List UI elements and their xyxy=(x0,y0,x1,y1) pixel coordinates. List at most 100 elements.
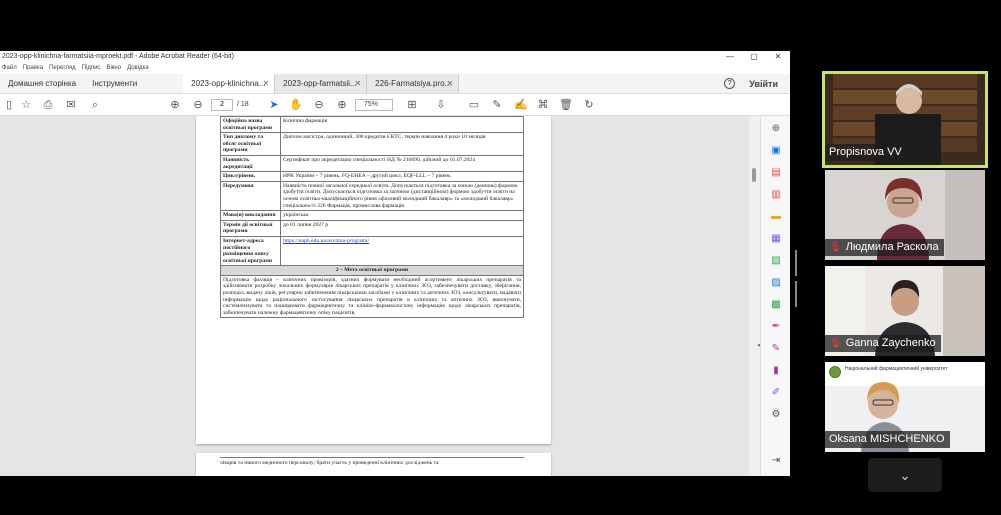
mic-muted-icon: 🎙 xyxy=(829,242,842,253)
request-signature-icon[interactable]: ✎ xyxy=(769,342,783,356)
row-value: Клінічна фармація xyxy=(280,116,524,134)
row-value: Диплом магістра, одиничний, 300 кредитів… xyxy=(280,132,524,156)
create-icon[interactable]: ▯ xyxy=(2,98,16,112)
participant-name: Людмила Раскола xyxy=(845,241,939,253)
print-icon[interactable]: ⎙ xyxy=(41,98,55,112)
highlight-icon[interactable]: ✎ xyxy=(490,98,504,112)
organize-pages-icon[interactable]: ▧ xyxy=(769,254,783,268)
zoom-select[interactable]: 75% xyxy=(355,99,393,111)
scroll-thumb[interactable] xyxy=(752,168,756,182)
hand-tool-icon[interactable]: ✋ xyxy=(289,98,303,112)
menu-view[interactable]: Перегляд xyxy=(49,63,76,74)
program-row: Тип диплому та обсяг освітньої програми Д… xyxy=(220,132,524,156)
tab-document-1[interactable]: 2023-opp-klinichna... ✕ xyxy=(183,74,276,94)
tab-document-3[interactable]: 226-Farmatsiya.pro... ✕ xyxy=(367,74,460,94)
redact-icon[interactable]: ✐ xyxy=(769,386,783,400)
close-tab-icon[interactable]: ✕ xyxy=(354,74,361,94)
participant-name-bar: 🎙 Людмила Раскола xyxy=(825,239,944,256)
login-button[interactable]: Увійти xyxy=(749,79,778,89)
comment-tool-icon[interactable]: ▬ xyxy=(769,210,783,224)
program-row: Передумови Наявність повної загальної сер… xyxy=(220,180,524,212)
row-value: до 01 липня 2027 р xyxy=(280,219,524,237)
rotate-icon[interactable]: ↻ xyxy=(582,98,596,112)
video-tile-4[interactable]: Національний фармацевтичний університет … xyxy=(825,362,985,452)
right-tools-panel: ⊕ ▣ ▤ ▥ ▬ ▦ ▧ ▨ ▩ ✒ ✎ ▮ ✐ ⚙ ⇥ xyxy=(760,116,790,476)
row-key: Офіційна назва освітньої програми xyxy=(220,116,281,134)
participant-name: Oksana MISHCHENKO xyxy=(829,433,945,445)
zoom-in-icon[interactable]: ⊕ xyxy=(335,98,349,112)
document-viewport[interactable]: Офіційна назва освітньої програми Клінічн… xyxy=(0,116,760,476)
participant-name: Ganna Zaychenko xyxy=(845,337,936,349)
minimize-button[interactable]: — xyxy=(718,51,742,63)
stamp-icon[interactable]: ⌘ xyxy=(536,98,550,112)
close-tab-icon[interactable]: ✕ xyxy=(446,74,453,94)
section-title: 2 – Мета освітньої програми xyxy=(220,265,524,276)
scroll-mode-icon[interactable]: ⇩ xyxy=(434,98,448,112)
maximize-button[interactable]: ▢ xyxy=(742,51,766,63)
zoom-out-icon[interactable]: ⊖ xyxy=(312,98,326,112)
fill-sign-icon[interactable]: ✒ xyxy=(769,320,783,334)
next-page-icon[interactable]: ⊖ xyxy=(191,98,205,112)
expand-gallery-button[interactable]: ⌄ xyxy=(868,458,942,492)
program-row: Наявність акредитації Сертифікат про акре… xyxy=(220,154,524,173)
prev-page-icon[interactable]: ⊕ xyxy=(168,98,182,112)
program-row: Інтернет-адреса постійного розміщення оп… xyxy=(220,235,524,267)
delete-icon[interactable]: 🗑 xyxy=(559,98,573,112)
expand-panel-icon[interactable]: ⇥ xyxy=(769,454,783,468)
menu-sign[interactable]: Підпис xyxy=(82,63,101,74)
pdf-page: Офіційна назва освітньої програми Клінічн… xyxy=(196,116,551,444)
menu-file[interactable]: Файл xyxy=(2,63,17,74)
page-total: / 18 xyxy=(237,101,249,108)
star-icon[interactable]: ☆ xyxy=(19,98,33,112)
menu-help[interactable]: Довідка xyxy=(127,63,149,74)
row-key: Передумови xyxy=(220,180,281,212)
page-number-input[interactable]: 2 xyxy=(211,99,233,111)
acrobat-window: 2023-opp-klinichna-farmatsiia-mproekt.pd… xyxy=(0,51,790,476)
help-icon[interactable]: ? xyxy=(724,78,736,89)
university-logo xyxy=(829,366,841,378)
tab-document-2[interactable]: 2023-opp-farmatsii... ✕ xyxy=(275,74,368,94)
program-row: Офіційна назва освітньої програми Клінічн… xyxy=(220,116,524,134)
menu-window[interactable]: Вікно xyxy=(106,63,121,74)
close-tab-icon[interactable]: ✕ xyxy=(262,74,269,94)
tab-label: 226-Farmatsiya.pro... xyxy=(375,79,452,88)
video-tile-2[interactable]: 🎙 Людмила Раскола xyxy=(825,170,985,260)
video-tile-3[interactable]: 🎙 Ganna Zaychenko xyxy=(825,266,985,356)
protect-icon[interactable]: ▮ xyxy=(769,364,783,378)
menu-edit[interactable]: Правка xyxy=(23,63,43,74)
select-cursor-icon[interactable]: ➤ xyxy=(267,98,281,112)
program-url-link[interactable]: https://nuph.edu.ua/osvitnia-programi/ xyxy=(280,235,524,267)
vertical-scrollbar[interactable] xyxy=(749,116,760,476)
participant-name-bar: 🎙 Ganna Zaychenko xyxy=(825,335,941,352)
tab-home[interactable]: Домашня сторінка xyxy=(0,74,84,93)
tab-label: 2023-opp-farmatsii... xyxy=(283,79,357,88)
zoom-tool-icon[interactable]: ⊕ xyxy=(769,122,783,136)
panel-resize-handle[interactable] xyxy=(795,250,798,307)
participant-name-bar: Oksana MISHCHENKO xyxy=(825,431,950,448)
participant-name-bar: Propisnova VV xyxy=(825,144,907,161)
fit-page-icon[interactable]: ⊞ xyxy=(405,98,419,112)
toolbar: ▯ ☆ ⎙ ✉ ⌕ ⊕ ⊖ 2 / 18 ➤ ✋ ⊖ ⊕ 75% ⊞ ⇩ ▭ ✎… xyxy=(0,94,790,116)
draw-icon[interactable]: ✍ xyxy=(514,98,528,112)
program-row: Цикл/рівень НРК України – 7 рівень, FQ-EH… xyxy=(220,171,524,182)
more-tools-icon[interactable]: ⚙ xyxy=(769,408,783,422)
tab-tools[interactable]: Інструменти xyxy=(84,74,145,93)
chevron-down-icon: ⌄ xyxy=(899,467,911,483)
comment-icon[interactable]: ▭ xyxy=(467,98,481,112)
close-button[interactable]: ✕ xyxy=(766,51,790,63)
window-controls: — ▢ ✕ xyxy=(718,51,790,63)
tab-bar-right: ? Увійти xyxy=(724,74,790,93)
program-row: Мова(и) викладання українська xyxy=(220,210,524,221)
tab-label: 2023-opp-klinichna... xyxy=(191,79,266,88)
create-pdf-icon[interactable]: ▥ xyxy=(769,188,783,202)
combine-files-icon[interactable]: ▦ xyxy=(769,232,783,246)
export-pdf-icon[interactable]: ▣ xyxy=(769,144,783,158)
scan-ocr-icon[interactable]: ▩ xyxy=(769,298,783,312)
mail-icon[interactable]: ✉ xyxy=(64,98,78,112)
video-tile-1[interactable]: Propisnova VV xyxy=(822,71,988,168)
page2-text: лікарів та іншого медичного персоналу; б… xyxy=(220,457,524,466)
search-icon[interactable]: ⌕ xyxy=(88,98,102,112)
edit-pdf-icon[interactable]: ▤ xyxy=(769,166,783,180)
compress-icon[interactable]: ▨ xyxy=(769,276,783,290)
window-title: 2023-opp-klinichna-farmatsiia-mproekt.pd… xyxy=(0,51,790,63)
